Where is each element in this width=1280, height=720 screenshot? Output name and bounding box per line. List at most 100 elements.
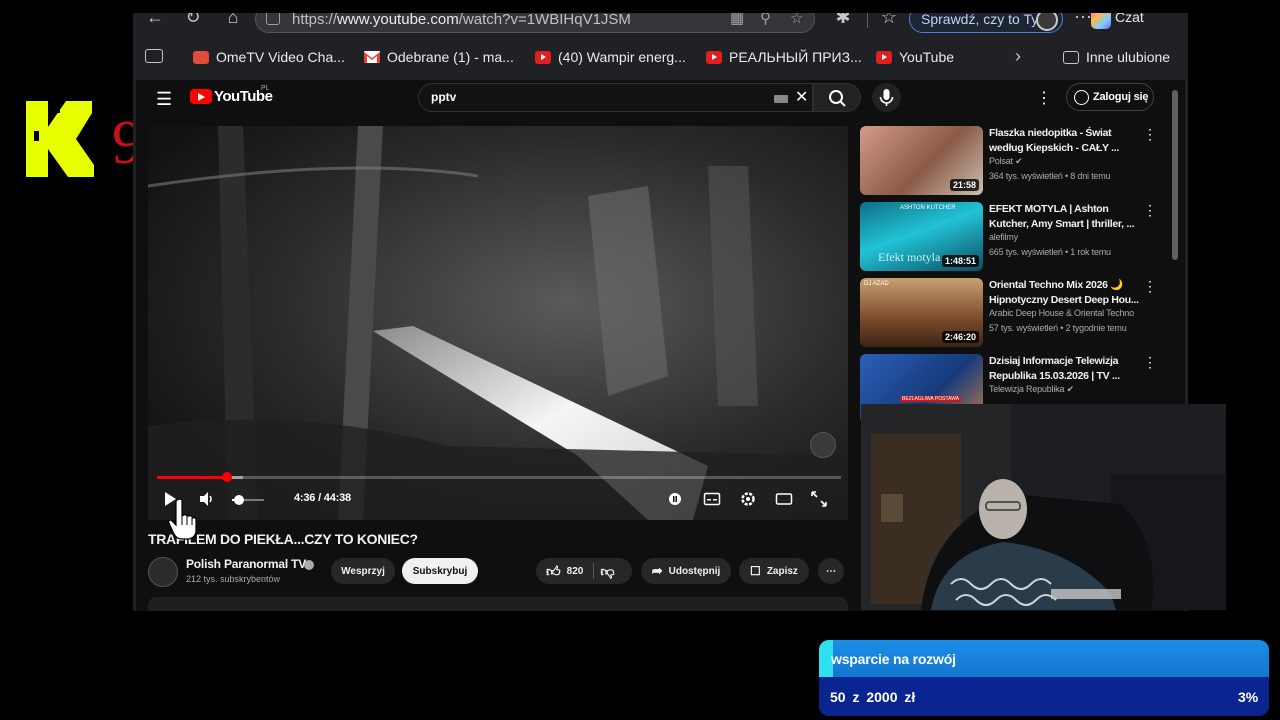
page-scrollbar[interactable] [1172, 90, 1178, 260]
thumbs-down-icon[interactable]: 👎︎ [600, 563, 614, 580]
recommendation-duration: 1:48:51 [941, 255, 979, 267]
settings-button[interactable] [739, 490, 757, 508]
reload-icon[interactable]: ↻ [181, 13, 205, 31]
thumbs-up-icon[interactable]: 👍︎ [546, 563, 561, 580]
clear-search-icon[interactable]: ✕ [795, 87, 808, 107]
apps-icon[interactable]: ▦ [730, 13, 744, 27]
profile-avatar [1036, 13, 1058, 31]
recommendation-channel[interactable]: alefilmy [989, 232, 1018, 242]
progress-knob[interactable] [222, 472, 232, 482]
channel-name[interactable]: Polish Paranormal TV [186, 557, 306, 571]
bookmark-realny[interactable]: РЕАЛЬНЫЙ ПРИЗ... [706, 47, 862, 67]
gear-icon [741, 492, 755, 506]
region-code: PL [261, 85, 270, 92]
recommendation-thumbnail[interactable]: DJ AZAD 2:46:20 [860, 278, 983, 347]
recommendation-channel[interactable]: Arabic Deep House & Oriental Techno [989, 308, 1134, 318]
recommendation-title[interactable]: EFEKT MOTYLA | Ashton Kutcher, Amy Smart… [989, 202, 1139, 232]
sign-in-button[interactable]: Zaloguj się [1066, 83, 1154, 111]
recommendation-menu-icon[interactable]: ⋮ [1143, 202, 1157, 219]
address-bar-row: ← ↻ ⌂ https://www.youtube.com/watch?v=1W… [133, 13, 1188, 43]
k-logo-icon [26, 101, 94, 177]
webcam-overlay [861, 404, 1226, 610]
recommendation-thumbnail[interactable]: ASHTON KUTCHER Efekt motyla 1:48:51 [860, 202, 983, 271]
back-arrow-icon[interactable]: ← [143, 13, 167, 31]
save-button[interactable]: ☐ Zapisz [739, 558, 809, 584]
ometv-icon [193, 50, 209, 64]
recommendation-title[interactable]: Dzisiaj Informacje Telewizja Republika 1… [989, 354, 1139, 384]
stream-logo [26, 101, 96, 177]
mute-button[interactable] [198, 490, 216, 508]
channel-watermark[interactable] [810, 432, 836, 458]
url-bar[interactable]: https://www.youtube.com/watch?v=1WBIHqV1… [255, 13, 815, 33]
autoplay-icon [669, 493, 681, 505]
video-player[interactable]: 4:36 / 44:38 [148, 126, 848, 520]
profile-prompt-button[interactable]: Sprawdź, czy to Ty [909, 13, 1063, 33]
recommendation-title[interactable]: Oriental Techno Mix 2026 🌙 Hipnotyczny D… [989, 278, 1139, 308]
recommendation-title[interactable]: Flaszka niedopitka - Świat według Kiepsk… [989, 126, 1139, 156]
bookmark-icon: ☐ [750, 564, 761, 578]
subtitles-button[interactable] [703, 490, 721, 508]
chat-button[interactable]: Czat [1115, 13, 1144, 25]
progress-track[interactable] [157, 476, 841, 479]
bookmarks-bar: OmeTV Video Cha... Odebrane (1) - ma... … [133, 43, 1188, 71]
bookmark-wampir[interactable]: (40) Wampir energ... [535, 47, 686, 67]
zoom-icon[interactable]: ⚲ [760, 13, 771, 27]
youtube-icon [876, 50, 892, 64]
home-icon[interactable]: ⌂ [221, 13, 245, 31]
chevron-right-icon[interactable]: › [1015, 46, 1021, 67]
bookmark-ometv[interactable]: OmeTV Video Cha... [193, 47, 345, 67]
recommendation-channel[interactable]: Telewizja Republika [989, 384, 1064, 394]
menu-icon[interactable]: ☰ [156, 89, 172, 110]
bookmark-label: Odebrane (1) - ma... [387, 49, 514, 65]
collections-icon[interactable] [145, 49, 163, 63]
support-button[interactable]: Wesprzyj [331, 558, 395, 584]
recommendation-meta: 364 tys. wyświetleń • 8 dni temu [989, 171, 1111, 181]
like-count[interactable]: 820 [567, 566, 584, 577]
search-button[interactable] [813, 83, 861, 112]
favorites-bar-icon[interactable]: ☆ [877, 13, 901, 31]
bookmark-gmail[interactable]: Odebrane (1) - ma... [364, 47, 514, 67]
share-button[interactable]: ➦ Udostępnij [641, 558, 731, 584]
url-text[interactable]: https://www.youtube.com/watch?v=1WBIHqV1… [292, 13, 631, 28]
copilot-icon[interactable] [1091, 13, 1111, 29]
bookmark-label: YouTube [899, 49, 955, 65]
recommendation-channel[interactable]: Polsat [989, 156, 1013, 166]
site-info-icon[interactable] [266, 13, 280, 25]
description-box[interactable] [148, 597, 848, 611]
recommendation-thumbnail[interactable]: 21:58 [860, 126, 983, 195]
goal-footer: 50 z 2000 zł 3% [819, 677, 1269, 716]
youtube-header: ☰ YouTube PL pptv ✕ ⋮ Zaloguj się [136, 80, 1185, 116]
search-input[interactable]: pptv ✕ [418, 83, 813, 112]
subscribe-button[interactable]: Subskrybuj [402, 558, 478, 584]
recommendation-menu-icon[interactable]: ⋮ [1143, 126, 1157, 143]
other-favorites-folder[interactable]: Inne ulubione [1063, 47, 1170, 67]
recommendation-menu-icon[interactable]: ⋮ [1143, 278, 1157, 295]
support-label: Wesprzyj [341, 565, 385, 577]
recommendation-item[interactable]: DJ AZAD 2:46:20 Oriental Techno Mix 2026… [860, 278, 1160, 348]
voice-search-button[interactable] [872, 83, 901, 112]
bookmark-youtube[interactable]: YouTube [876, 47, 954, 67]
recommendation-item[interactable]: 21:58 Flaszka niedopitka - Świat według … [860, 126, 1160, 196]
profile-prompt-text: Sprawdź, czy to Ty [921, 13, 1039, 27]
verified-icon: ✔ [1015, 156, 1023, 166]
theater-icon [775, 493, 793, 505]
webcam-feed [861, 404, 1226, 610]
video-frame [148, 126, 848, 520]
microphone-icon [879, 89, 894, 106]
theater-mode-button[interactable] [775, 490, 793, 508]
youtube-logo-icon[interactable] [190, 89, 212, 104]
volume-knob[interactable] [234, 495, 244, 505]
channel-avatar[interactable] [148, 557, 178, 587]
keyboard-icon[interactable] [774, 95, 788, 103]
more-actions-button[interactable]: ⋯ [818, 558, 844, 584]
fullscreen-button[interactable] [810, 490, 828, 508]
autoplay-toggle[interactable] [666, 490, 684, 508]
recommendation-item[interactable]: ASHTON KUTCHER Efekt motyla 1:48:51 EFEK… [860, 202, 1160, 272]
url-prefix: https:// [292, 13, 338, 28]
folder-icon [1063, 50, 1079, 64]
extensions-icon[interactable]: ✱ [831, 13, 855, 31]
favorite-star-icon[interactable]: ☆ [790, 13, 803, 27]
settings-kebab-icon[interactable]: ⋮ [1036, 88, 1052, 108]
recommendation-menu-icon[interactable]: ⋮ [1143, 354, 1157, 371]
thumbnail-caption: ASHTON KUTCHER [900, 205, 956, 211]
